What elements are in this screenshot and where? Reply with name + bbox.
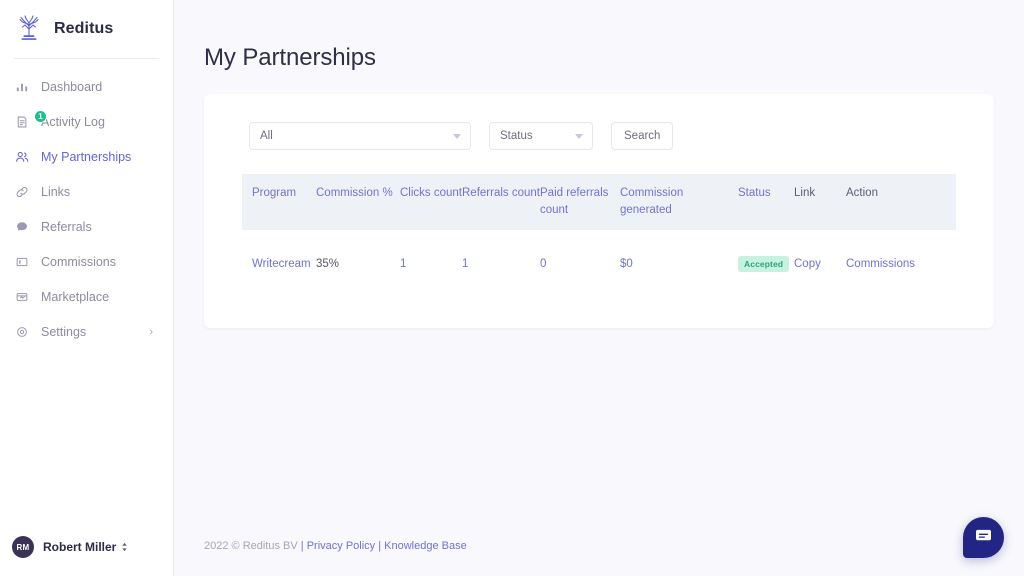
brand-name: Reditus: [54, 20, 114, 37]
sidebar-item-marketplace[interactable]: Marketplace: [0, 285, 173, 309]
program-filter-select[interactable]: All: [249, 122, 471, 150]
table-body: Writecream 35% 1 1 0 $0 Accepted Copy Co…: [242, 230, 956, 296]
knowledge-base-link[interactable]: Knowledge Base: [384, 540, 467, 552]
column-header-link: Link: [794, 187, 816, 199]
sidebar-item-commissions[interactable]: Commissions: [0, 250, 173, 274]
sidebar-item-label: Settings: [41, 325, 87, 339]
cell-referrals-count: 1: [462, 258, 469, 271]
sidebar-nav: Dashboard 1 Activity Log My Partnerships…: [0, 75, 173, 355]
partnerships-table: Program Commission % Clicks count Referr…: [242, 174, 956, 296]
store-icon: [14, 290, 29, 305]
sidebar-item-label: Marketplace: [41, 290, 110, 304]
column-header-paid-referrals-count[interactable]: Paid referrals count: [540, 174, 620, 230]
chevron-down-icon: [453, 134, 461, 139]
brand[interactable]: Reditus: [0, 0, 173, 58]
table-header-row: Program Commission % Clicks count Referr…: [242, 174, 956, 231]
sidebar-item-label: Referrals: [41, 220, 92, 234]
copy-link-button[interactable]: Copy: [794, 258, 821, 270]
chat-bubble-icon: [14, 220, 29, 235]
sidebar-item-settings[interactable]: Settings ›: [0, 320, 173, 344]
footer-copyright: 2022 © Reditus BV: [204, 540, 298, 552]
cell-link: Copy: [794, 230, 846, 296]
sidebar-item-label: Links: [41, 185, 71, 199]
cell-clicks-count: 1: [400, 258, 407, 271]
sidebar-item-dashboard[interactable]: Dashboard: [0, 75, 173, 99]
table-row: Writecream 35% 1 1 0 $0 Accepted Copy Co…: [242, 230, 956, 296]
card-icon: [14, 255, 29, 270]
sidebar-item-activity-log[interactable]: 1 Activity Log: [0, 109, 173, 134]
sidebar-item-referrals[interactable]: Referrals: [0, 215, 173, 239]
tree-logo-icon: [14, 14, 44, 44]
bar-chart-icon: [14, 80, 29, 95]
gear-icon: [14, 325, 29, 340]
users-icon: [14, 150, 29, 165]
sidebar-item-my-partnerships[interactable]: My Partnerships: [0, 145, 173, 169]
cell-status: Accepted: [738, 230, 794, 296]
chevron-right-icon: ›: [149, 325, 153, 338]
column-header-referrals-count[interactable]: Referrals count: [462, 174, 540, 230]
cell-program: Writecream: [242, 230, 316, 296]
sidebar-item-label: My Partnerships: [41, 150, 132, 164]
link-icon: [14, 185, 29, 200]
partnerships-card: All Status Search Program Commission % C…: [204, 94, 994, 329]
column-header-clicks-count[interactable]: Clicks count: [400, 174, 462, 230]
privacy-policy-link[interactable]: Privacy Policy: [307, 540, 375, 552]
status-filter-value: Status: [500, 130, 533, 142]
search-button[interactable]: Search: [611, 122, 674, 150]
user-name: Robert Miller: [43, 540, 117, 554]
table-head: Program Commission % Clicks count Referr…: [242, 174, 956, 231]
cell-commission-generated: $0: [620, 258, 633, 271]
column-header-status[interactable]: Status: [738, 174, 794, 230]
sidebar-item-label: Dashboard: [41, 80, 103, 94]
sidebar-item-label: Commissions: [41, 255, 117, 269]
cell-paid-referrals-count: 0: [540, 258, 547, 271]
sidebar-divider: [14, 58, 159, 59]
column-header-commission-pct[interactable]: Commission %: [316, 174, 400, 230]
footer: 2022 © Reditus BV | Privacy Policy | Kno…: [204, 540, 467, 552]
footer-separator: |: [378, 540, 382, 552]
column-header-action: Action: [846, 187, 878, 199]
chat-widget-icon: [975, 528, 992, 548]
updown-caret-icon[interactable]: [121, 542, 128, 552]
chat-widget-button[interactable]: [963, 517, 1004, 558]
status-filter-select[interactable]: Status: [489, 122, 593, 150]
avatar: RM: [12, 536, 34, 558]
commissions-action-link[interactable]: Commissions: [846, 258, 915, 270]
sidebar-item-label: Activity Log: [41, 115, 105, 129]
sidebar-item-links[interactable]: Links: [0, 180, 173, 204]
status-badge: Accepted: [738, 256, 790, 273]
notification-badge: 1: [34, 109, 47, 123]
page-title: My Partnerships: [204, 44, 376, 71]
program-link[interactable]: Writecream: [252, 258, 311, 270]
main-content: My Partnerships All Status Search Progra…: [174, 0, 1024, 576]
sidebar: Reditus Dashboard 1 Activity Log My Part…: [0, 0, 174, 576]
footer-separator: |: [300, 540, 304, 552]
cell-commission-pct: 35%: [316, 258, 340, 271]
user-profile[interactable]: RM Robert Miller: [0, 536, 173, 576]
cell-action: Commissions: [846, 230, 956, 296]
column-header-program[interactable]: Program: [242, 174, 316, 230]
program-filter-value: All: [260, 130, 273, 142]
chevron-down-icon: [575, 134, 583, 139]
app-root: Reditus Dashboard 1 Activity Log My Part…: [0, 0, 1024, 576]
document-icon: 1: [14, 109, 47, 130]
column-header-commission-generated[interactable]: Commission generated: [620, 174, 738, 230]
filters-bar: All Status Search: [204, 122, 994, 174]
